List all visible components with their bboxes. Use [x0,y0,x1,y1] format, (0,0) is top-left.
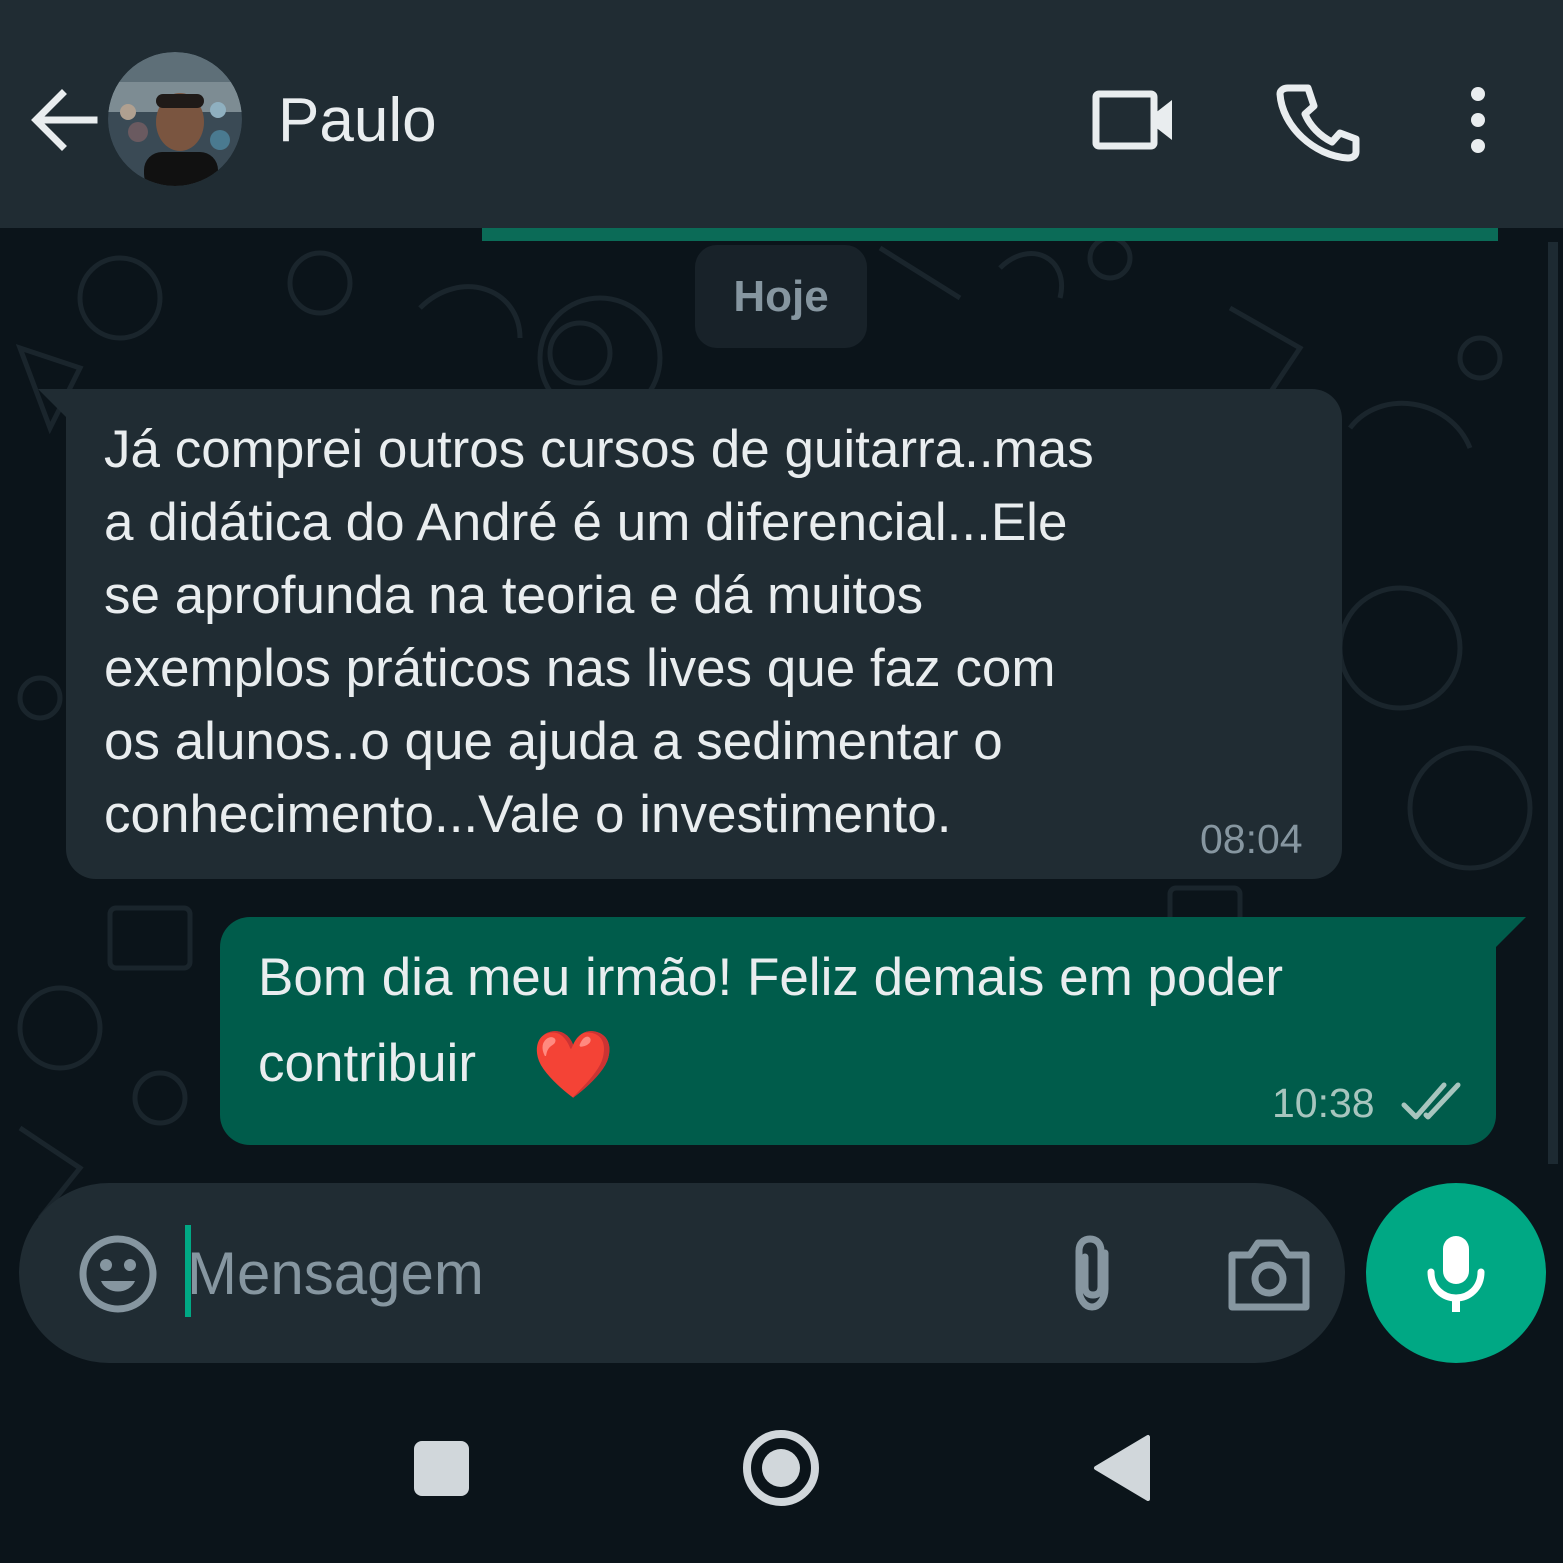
heart-emoji: ❤️ [532,1027,615,1101]
message-time: 10:38 [1272,1080,1375,1126]
avatar[interactable] [108,52,242,186]
phone-icon [1276,84,1360,162]
smiley-icon [79,1235,157,1313]
system-navigation-bar [0,1382,1563,1563]
message-line: conhecimento...Vale o investimento. [104,785,952,844]
triangle-back-icon [1094,1435,1150,1501]
message-line: exemplos práticos nas lives que faz com [104,639,1056,698]
message-time: 08:04 [1200,816,1303,862]
camera-button[interactable] [1224,1229,1314,1319]
message-line: Já comprei outros cursos de guitarra..ma… [104,420,1094,479]
incoming-message[interactable]: Já comprei outros cursos de guitarra..ma… [66,389,1342,879]
chat-header: Paulo [0,0,1563,228]
scrollbar[interactable] [1548,242,1558,1164]
message-line: Bom dia meu irmão! Feliz demais em poder [258,948,1284,1007]
double-check-icon [1401,1082,1461,1120]
recents-button[interactable] [386,1415,496,1525]
back-button[interactable] [22,80,102,160]
message-line: contribuir [258,1034,476,1093]
message-line: os alunos..o que ajuda a sedimentar o [104,712,1003,771]
message-line: se aprofunda na teoria e dá muitos [104,566,924,625]
arrow-left-icon [31,89,98,151]
outgoing-message[interactable]: Bom dia meu irmão! Feliz demais em poder… [220,917,1496,1145]
message-composer [19,1183,1345,1363]
sync-progress-bar [482,228,1498,241]
avatar-image [108,52,242,186]
attach-button[interactable] [1049,1229,1139,1319]
camera-icon [1228,1239,1310,1311]
paperclip-icon [1075,1235,1109,1311]
circle-icon [743,1430,819,1506]
system-back-button[interactable] [1070,1413,1180,1523]
microphone-icon [1427,1236,1485,1312]
video-call-button[interactable] [1086,72,1182,168]
home-button[interactable] [726,1413,836,1523]
date-separator: Hoje [695,245,867,348]
message-input[interactable] [187,1225,1007,1321]
incoming-bubble-tail [38,389,68,419]
square-icon [414,1441,469,1496]
emoji-button[interactable] [77,1233,159,1315]
voice-message-button[interactable] [1366,1183,1546,1363]
message-line: a didática do André é um diferencial...E… [104,493,1068,552]
outgoing-bubble-tail [1496,917,1526,947]
video-camera-icon [1092,90,1172,150]
whatsapp-chat-screen: Paulo Hoje Já comprei outros cursos de g… [0,0,1563,1563]
voice-call-button[interactable] [1268,72,1364,168]
contact-name[interactable]: Paulo [278,86,437,156]
more-vertical-icon [1471,87,1485,153]
more-options-button[interactable] [1430,72,1526,168]
